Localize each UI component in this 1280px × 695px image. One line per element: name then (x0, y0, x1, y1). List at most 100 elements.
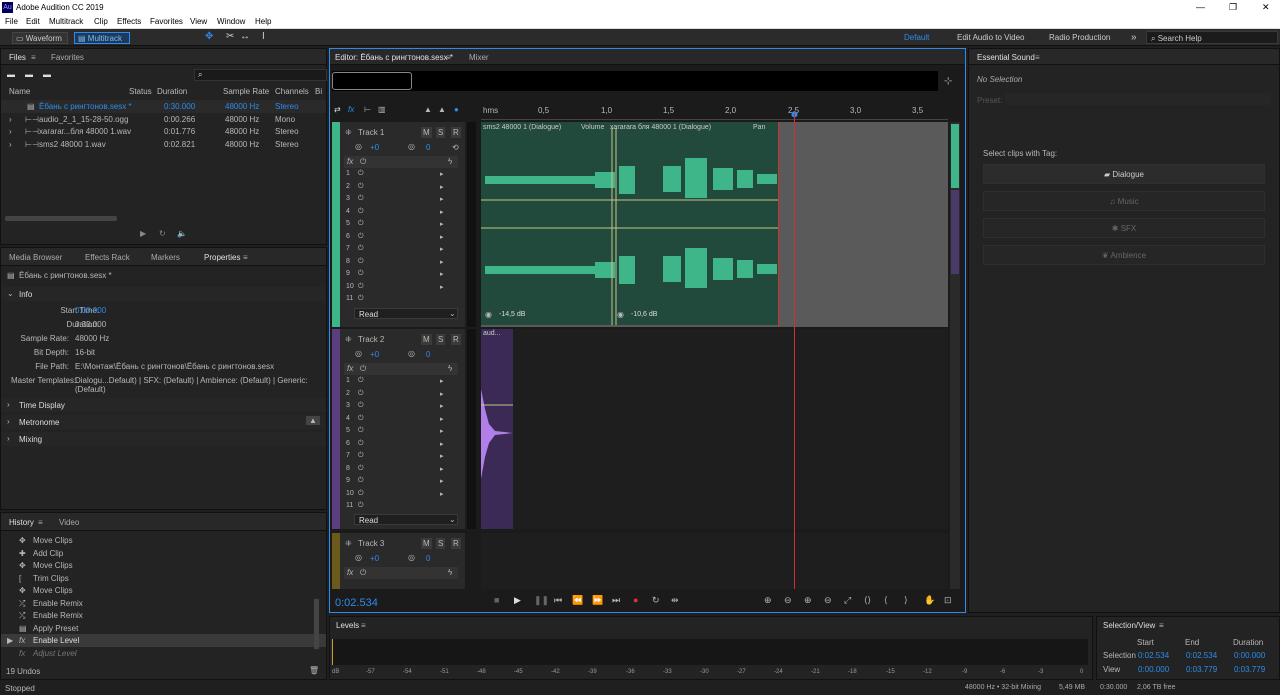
volume-value[interactable]: +0 (370, 350, 379, 359)
fx-slot[interactable]: 1 ⏻ ▸ (344, 169, 448, 181)
music-tag-button[interactable]: ♫ Music (983, 191, 1265, 211)
ambience-tag-button[interactable]: ❦ Ambience (983, 245, 1265, 265)
automation-mode-select[interactable]: Read ⌄ (354, 514, 458, 525)
fx-slot[interactable]: 8 ⏻ ▸ (344, 464, 448, 476)
loop-icon[interactable]: ↻ (652, 595, 660, 606)
fx-slot[interactable]: 8 ⏻ ▸ (344, 257, 448, 269)
fx-slot[interactable]: 4 ⏻ ▸ (344, 207, 448, 219)
fx-icon[interactable]: fx (347, 157, 353, 166)
record-icon[interactable]: ● (633, 595, 638, 605)
track1-lane[interactable]: sms2 48000 1 (Dialogue) Volume хагаrаrа … (481, 122, 948, 327)
scroll-track1[interactable] (951, 124, 959, 188)
track2-clip[interactable]: aud... (481, 329, 513, 529)
volume-value[interactable]: +0 (370, 143, 379, 152)
clip-volume-icon[interactable]: ◉ (485, 310, 492, 319)
menu-help[interactable]: Help (255, 17, 271, 26)
workspace-edit-audio-to-video[interactable]: Edit Audio to Video (957, 33, 1024, 42)
pan-knob-icon[interactable]: ◎ (408, 142, 415, 151)
menu-effects[interactable]: Effects (117, 17, 141, 26)
selection-view-menu-icon[interactable]: ≡ (1159, 621, 1164, 630)
power-icon[interactable]: ⏻ (358, 270, 364, 278)
metronome-icon[interactable]: ▲ (306, 416, 320, 425)
skip-icon[interactable]: ⇹ (671, 595, 679, 606)
selection-start[interactable]: 0:02.534 (1138, 651, 1169, 660)
move-track-icon[interactable]: ⁜ (345, 335, 352, 344)
track1-clip[interactable]: sms2 48000 1 (Dialogue) Volume хагаrаrа … (481, 122, 779, 325)
fx-slot[interactable]: 7 ⏻ ▸ (344, 451, 448, 463)
slot-arrow-icon[interactable]: ▸ (440, 415, 444, 423)
editor-vscroll[interactable] (950, 122, 960, 589)
waveform-button[interactable]: ▭ Waveform (12, 32, 68, 44)
levels-menu-icon[interactable]: ≡ (361, 621, 366, 630)
slot-arrow-icon[interactable]: ▸ (440, 402, 444, 410)
tab-editor[interactable]: Editor: Ёбань с рингтонов.sesx * (335, 53, 453, 62)
expand-icon[interactable]: › (9, 140, 12, 149)
zoom-in-time-icon[interactable]: ⊕ (804, 595, 812, 606)
history-item[interactable]: ✚ Add Clip (1, 547, 326, 560)
fx-slot[interactable]: 5 ⏻ ▸ (344, 426, 448, 438)
power-icon[interactable]: ⏻ (358, 208, 364, 216)
slot-arrow-icon[interactable]: ▸ (440, 220, 444, 228)
power-icon[interactable]: ⏻ (358, 415, 364, 423)
power-icon[interactable]: ⏻ (358, 295, 364, 303)
trash-icon[interactable]: 🗑 (309, 666, 319, 675)
stop-icon[interactable]: ■ (494, 595, 499, 605)
pan-knob-icon[interactable]: ◎ (408, 553, 415, 562)
tab-properties[interactable]: Properties (204, 253, 240, 262)
mute-button[interactable]: M (421, 538, 432, 549)
more-workspaces-button[interactable]: » (1131, 32, 1137, 43)
slot-arrow-icon[interactable]: ▸ (440, 258, 444, 266)
fx-slot[interactable]: 2 ⏻ ▸ (344, 389, 448, 401)
move-track-icon[interactable]: ⁜ (345, 128, 352, 137)
volume-knob-icon[interactable]: ◎ (355, 142, 362, 151)
col-bits[interactable]: Bi (315, 87, 322, 96)
slot-arrow-icon[interactable]: ▸ (440, 270, 444, 278)
pan-value[interactable]: 0 (426, 554, 430, 563)
power-icon[interactable]: ⏻ (358, 390, 364, 398)
goto-end-icon[interactable]: ⏭ (612, 595, 620, 606)
slot-arrow-icon[interactable]: ▸ (440, 440, 444, 448)
col-name[interactable]: Name (9, 87, 30, 96)
snap-icon[interactable]: ▲ (438, 105, 446, 114)
loop-icon[interactable]: ↻ (159, 229, 166, 238)
slot-arrow-icon[interactable]: ▸ (440, 377, 444, 385)
start-time-value[interactable]: 0:00.000 (75, 306, 106, 315)
power-icon[interactable]: ⏻ (360, 568, 366, 578)
move-tool-icon[interactable]: ✥ (205, 31, 213, 42)
slot-arrow-icon[interactable]: ▸ (440, 452, 444, 460)
solo-button[interactable]: S (436, 334, 446, 345)
slot-arrow-icon[interactable]: ▸ (440, 465, 444, 473)
search-help-input[interactable]: ⌕ Search Help (1146, 31, 1278, 44)
file-row[interactable]: › ⊢⊣ audio_2_1_15-28-50.ogg 0:00.266 480… (1, 113, 326, 126)
tab-markers[interactable]: Markers (151, 253, 180, 262)
history-item[interactable]: ⤮ Enable Remix (1, 597, 326, 610)
fx-slot[interactable]: 11 ⏻ (344, 501, 448, 510)
editor-menu-icon[interactable]: ≡ (446, 53, 451, 62)
file-row[interactable]: › ⊢⊣ sms2 48000 1.wav 0:02.821 48000 Hz … (1, 138, 326, 151)
essential-menu-icon[interactable]: ≡ (1035, 53, 1040, 62)
selection-end[interactable]: 0:02.534 (1186, 651, 1217, 660)
menu-favorites[interactable]: Favorites (150, 17, 183, 26)
metronome-icon[interactable]: ▲ (424, 105, 432, 114)
new-file-icon[interactable]: ▬ (43, 70, 51, 79)
view-start[interactable]: 0:00.000 (1138, 665, 1169, 674)
pan-value[interactable]: 0 (426, 143, 430, 152)
power-icon[interactable]: ⏻ (358, 220, 364, 228)
fx-slot[interactable]: 3 ⏻ ▸ (344, 194, 448, 206)
mute-button[interactable]: M (421, 334, 432, 345)
close-button[interactable]: ✕ (1262, 2, 1270, 13)
power-icon[interactable]: ⏻ (358, 502, 364, 510)
power-icon[interactable]: ⏻ (358, 258, 364, 266)
track-name[interactable]: Track 3 (358, 539, 384, 548)
multitrack-button[interactable]: ▤ Multitrack (74, 32, 130, 44)
view-duration[interactable]: 0:03.779 (1234, 665, 1265, 674)
zoom-out-time-icon[interactable]: ⊖ (824, 595, 832, 606)
power-icon[interactable]: ⏻ (358, 427, 364, 435)
fx-slot[interactable]: 6 ⏻ ▸ (344, 439, 448, 451)
fx-slot[interactable]: 9 ⏻ ▸ (344, 269, 448, 281)
input-icon[interactable]: ⟲ (452, 143, 459, 152)
fx-slot[interactable]: 5 ⏻ ▸ (344, 219, 448, 231)
import-file-icon[interactable]: ▬ (25, 70, 33, 79)
minimize-button[interactable]: — (1196, 2, 1205, 12)
slot-arrow-icon[interactable]: ▸ (440, 427, 444, 435)
